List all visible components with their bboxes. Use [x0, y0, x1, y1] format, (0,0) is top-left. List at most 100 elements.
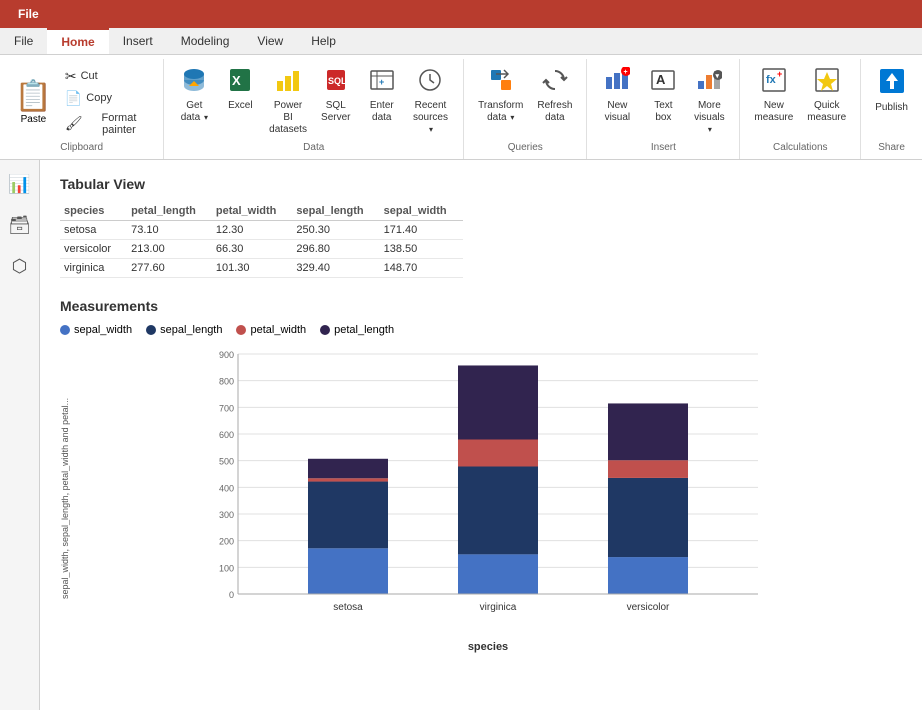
publish-label: Publish [875, 102, 908, 114]
ribbon-content: 📋 Paste ✂ Cut 📄 Copy 🖌 Format painter [0, 55, 922, 159]
ribbon-tab-file[interactable]: File [0, 28, 47, 54]
ribbon-group-share: Publish Share [861, 59, 922, 159]
col-header-petal-width: petal_width [212, 202, 293, 221]
refresh-data-label: Refreshdata [537, 100, 572, 124]
tabular-view-title: Tabular View [60, 176, 902, 192]
more-visuals-label: Morevisuals ▾ [693, 100, 725, 136]
table-row: versicolor213.0066.30296.80138.50 [60, 240, 463, 259]
bar-segment-petal_width [608, 460, 688, 478]
bar-segment-petal_width [458, 439, 538, 466]
cell-petal_width: 12.30 [212, 221, 293, 240]
share-group-items: Publish [869, 63, 914, 140]
cell-species: setosa [60, 221, 127, 240]
enter-data-button[interactable]: + Enterdata [360, 63, 404, 128]
powerbi-icon [275, 67, 301, 97]
cell-species: versicolor [60, 240, 127, 259]
more-visuals-icon: ▾ [696, 67, 722, 97]
sql-server-button[interactable]: SQL SQLServer [314, 63, 358, 128]
ribbon-group-clipboard: 📋 Paste ✂ Cut 📄 Copy 🖌 Format painter [0, 59, 164, 159]
new-visual-button[interactable]: + Newvisual [595, 63, 639, 128]
clipboard-group-label: Clipboard [60, 140, 103, 155]
paste-button[interactable]: 📋 Paste [8, 63, 59, 140]
format-painter-button[interactable]: 🖌 Format painter [61, 110, 155, 138]
sidebar-model-icon[interactable]: ⬡ [6, 250, 34, 283]
new-measure-icon: fx + [761, 67, 787, 97]
queries-group-label: Queries [508, 140, 543, 155]
bar-segment-sepal_length [308, 482, 388, 549]
col-header-species: species [60, 202, 127, 221]
ribbon-group-insert: + Newvisual A Textbox [587, 59, 740, 159]
svg-text:+: + [379, 77, 384, 87]
cell-sepal_width: 138.50 [380, 240, 463, 259]
data-group-items: Getdata ▾ X Excel [172, 63, 455, 140]
title-bar: File [0, 0, 922, 28]
ribbon-tab-modeling[interactable]: Modeling [167, 28, 244, 54]
clipboard-items: 📋 Paste ✂ Cut 📄 Copy 🖌 Format painter [8, 63, 155, 140]
legend-item-petal_width: petal_width [236, 324, 306, 336]
cell-petal_width: 66.30 [212, 240, 293, 259]
paste-label: Paste [21, 114, 47, 125]
svg-text:300: 300 [219, 510, 234, 520]
cut-button[interactable]: ✂ Cut [61, 66, 155, 87]
sidebar-data-icon[interactable]: 🗃 [2, 209, 37, 242]
ribbon-tab-insert[interactable]: Insert [109, 28, 167, 54]
quick-measure-button[interactable]: Quickmeasure [801, 63, 852, 128]
enter-data-label: Enterdata [370, 100, 394, 124]
measurements-title: Measurements [60, 298, 902, 314]
cell-sepal_length: 329.40 [292, 259, 379, 278]
svg-text:fx: fx [766, 74, 777, 86]
svg-text:▾: ▾ [715, 73, 720, 80]
get-data-button[interactable]: Getdata ▾ [172, 63, 216, 128]
transform-data-button[interactable]: Transformdata ▾ [472, 63, 529, 128]
refresh-data-button[interactable]: Refreshdata [531, 63, 578, 128]
calculations-group-items: fx + Newmeasure Quickmeasure [748, 63, 852, 140]
format-painter-icon: 🖌 [65, 115, 83, 132]
svg-text:200: 200 [219, 537, 234, 547]
y-axis-label: sepal_width, sepal_length, petal_width a… [60, 344, 70, 653]
svg-text:0: 0 [229, 590, 234, 600]
publish-button[interactable]: Publish [869, 63, 914, 118]
data-group-label: Data [303, 140, 324, 155]
svg-text:400: 400 [219, 483, 234, 493]
new-measure-label: Newmeasure [754, 100, 793, 124]
bar-segment-sepal_width [458, 554, 538, 594]
svg-text:500: 500 [219, 457, 234, 467]
insert-group-label: Insert [651, 140, 676, 155]
svg-text:setosa: setosa [333, 602, 363, 613]
bar-segment-sepal_width [608, 557, 688, 594]
data-table: species petal_length petal_width sepal_l… [60, 202, 463, 278]
new-measure-button[interactable]: fx + Newmeasure [748, 63, 799, 128]
get-data-icon [181, 67, 207, 97]
refresh-icon [542, 67, 568, 97]
recent-sources-button[interactable]: Recentsources ▾ [406, 63, 455, 140]
ribbon-tab-view[interactable]: View [243, 28, 297, 54]
copy-label: Copy [86, 92, 112, 104]
main-content: Tabular View species petal_length petal_… [40, 160, 922, 710]
file-menu-button[interactable]: File [8, 3, 49, 25]
bar-segment-petal_length [458, 365, 538, 439]
legend-item-petal_length: petal_length [320, 324, 394, 336]
table-row: setosa73.1012.30250.30171.40 [60, 221, 463, 240]
left-sidebar: 📊 🗃 ⬡ [0, 160, 40, 710]
cell-petal_length: 277.60 [127, 259, 212, 278]
bar-segment-sepal_length [608, 478, 688, 557]
transform-data-label: Transformdata ▾ [478, 100, 523, 124]
ribbon-tab-home[interactable]: Home [47, 28, 108, 54]
ribbon-tab-help[interactable]: Help [297, 28, 350, 54]
ribbon-group-data: Getdata ▾ X Excel [164, 59, 464, 159]
sidebar-report-icon[interactable]: 📊 [2, 168, 36, 201]
powerbi-datasets-button[interactable]: Power BIdatasets [264, 63, 311, 140]
svg-text:X: X [232, 73, 241, 88]
copy-button[interactable]: 📄 Copy [61, 88, 155, 109]
publish-icon [878, 67, 906, 99]
excel-button[interactable]: X Excel [218, 63, 262, 116]
cell-sepal_width: 171.40 [380, 221, 463, 240]
queries-group-items: Transformdata ▾ Refreshdata [472, 63, 578, 140]
chart-body: 0100200300400500600700800900setosavirgin… [74, 344, 902, 653]
legend-item-sepal_length: sepal_length [146, 324, 222, 336]
svg-text:A: A [656, 72, 666, 87]
table-header-row: species petal_length petal_width sepal_l… [60, 202, 463, 221]
text-box-button[interactable]: A Textbox [641, 63, 685, 128]
transform-icon [488, 67, 514, 97]
more-visuals-button[interactable]: ▾ Morevisuals ▾ [687, 63, 731, 140]
